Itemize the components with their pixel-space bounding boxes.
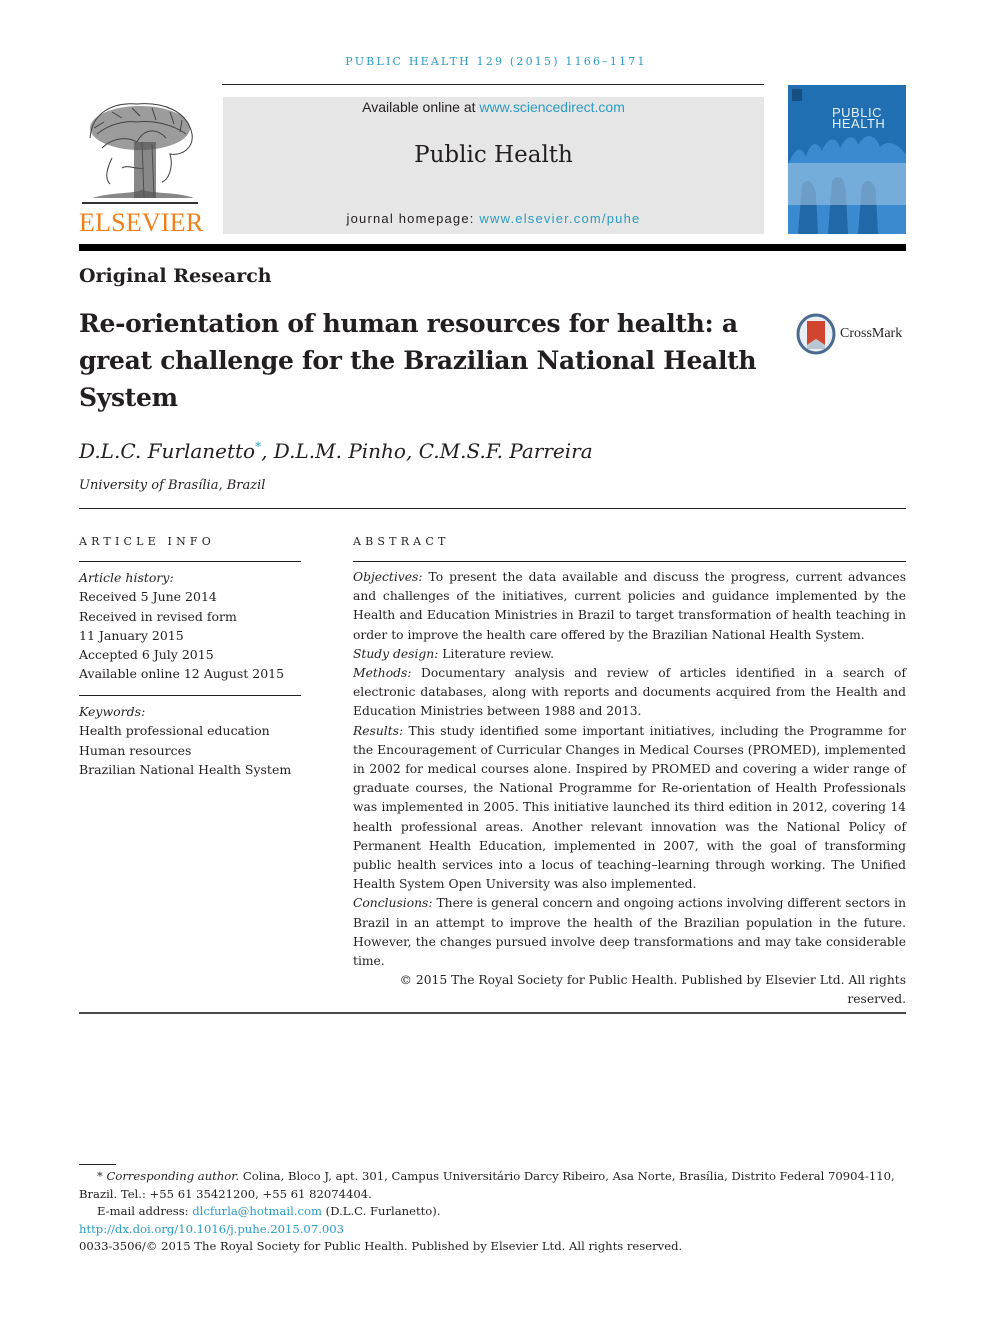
footnote-rule	[79, 1164, 116, 1165]
running-head: PUBLIC HEALTH 129 (2015) 1166–1171	[345, 55, 647, 68]
abstract-results: Results: This study identified some impo…	[353, 723, 906, 892]
email-note: E-mail address: dlcfurla@hotmail.com (D.…	[97, 1204, 441, 1218]
elsevier-tree-icon	[82, 98, 198, 208]
journal-name: Public Health	[414, 142, 573, 168]
cover-publisher-logo-icon	[792, 89, 802, 101]
doi-link[interactable]: http://dx.doi.org/10.1016/j.puhe.2015.07…	[79, 1222, 344, 1236]
keywords: Keywords: Health professional education …	[79, 702, 301, 779]
history-item: Accepted 6 July 2015	[79, 647, 214, 663]
keyword: Brazilian National Health System	[79, 761, 292, 777]
divider	[353, 561, 906, 562]
article-type: Original Research	[79, 265, 272, 287]
author-name[interactable]: D.L.C. Furlanetto	[79, 439, 255, 463]
history-item: Available online 12 August 2015	[79, 666, 285, 682]
divider	[79, 1012, 906, 1014]
crossmark-button[interactable]: CrossMark	[796, 312, 908, 356]
abstract-methods: Methods: Documentary analysis and review…	[353, 666, 906, 719]
abstract-objectives: Objectives: To present the data availabl…	[353, 570, 906, 642]
cover-title: PUBLIC HEALTH	[832, 105, 886, 131]
affiliation: University of Brasília, Brazil	[79, 478, 266, 493]
doi-line: http://dx.doi.org/10.1016/j.puhe.2015.07…	[79, 1221, 906, 1239]
keywords-label: Keywords:	[79, 704, 146, 719]
crossmark-label: CrossMark	[840, 326, 903, 341]
crossmark-icon	[796, 313, 836, 355]
issn-line: 0033-3506/© 2015 The Royal Society for P…	[79, 1239, 683, 1253]
abstract-body: Objectives: To present the data availabl…	[353, 568, 906, 1010]
email-link[interactable]: dlcfurla@hotmail.com	[192, 1204, 322, 1218]
keyword: Health professional education	[79, 723, 270, 739]
divider	[79, 561, 301, 562]
journal-homepage: journal homepage: www.elsevier.com/puhe	[223, 211, 764, 226]
history-item: Received in revised form	[79, 608, 237, 624]
elsevier-logo-text[interactable]: ELSEVIER	[79, 208, 203, 238]
homepage-prefix: journal homepage:	[346, 211, 480, 226]
header-thick-rule	[79, 244, 906, 251]
author-names-rest: , D.L.M. Pinho, C.M.S.F. Parreira	[261, 439, 593, 463]
article-title: Re-orientation of human resources for he…	[79, 309, 757, 412]
corresponding-author-note: * Corresponding author. Colina, Bloco J,…	[79, 1169, 895, 1201]
footnotes: * Corresponding author. Colina, Bloco J,…	[79, 1168, 906, 1256]
cover-band	[788, 163, 906, 205]
article-history: Article history: Received 5 June 2014 Re…	[79, 568, 301, 684]
available-prefix: Available online at	[362, 99, 480, 115]
history-item: Received 5 June 2014	[79, 589, 217, 605]
divider	[79, 508, 906, 509]
journal-cover-image: PUBLIC HEALTH	[788, 85, 906, 234]
sciencedirect-link[interactable]: www.sciencedirect.com	[479, 99, 625, 115]
homepage-link[interactable]: www.elsevier.com/puhe	[479, 211, 640, 226]
history-item: 11 January 2015	[79, 627, 184, 643]
divider	[79, 695, 301, 696]
history-label: Article history:	[79, 570, 174, 585]
abstract-study-design: Study design: Literature review.	[353, 646, 554, 661]
abstract-copyright: © 2015 The Royal Society for Public Heal…	[399, 973, 906, 1007]
article-info-heading: ARTICLE INFO	[79, 535, 215, 548]
keyword: Human resources	[79, 742, 192, 758]
abstract-heading: ABSTRACT	[353, 535, 450, 548]
header-rule	[222, 84, 764, 85]
available-online: Available online at www.sciencedirect.co…	[223, 99, 764, 115]
abstract-conclusions: Conclusions: There is general concern an…	[353, 896, 906, 969]
author-list: D.L.C. Furlanetto*, D.L.M. Pinho, C.M.S.…	[79, 439, 593, 463]
